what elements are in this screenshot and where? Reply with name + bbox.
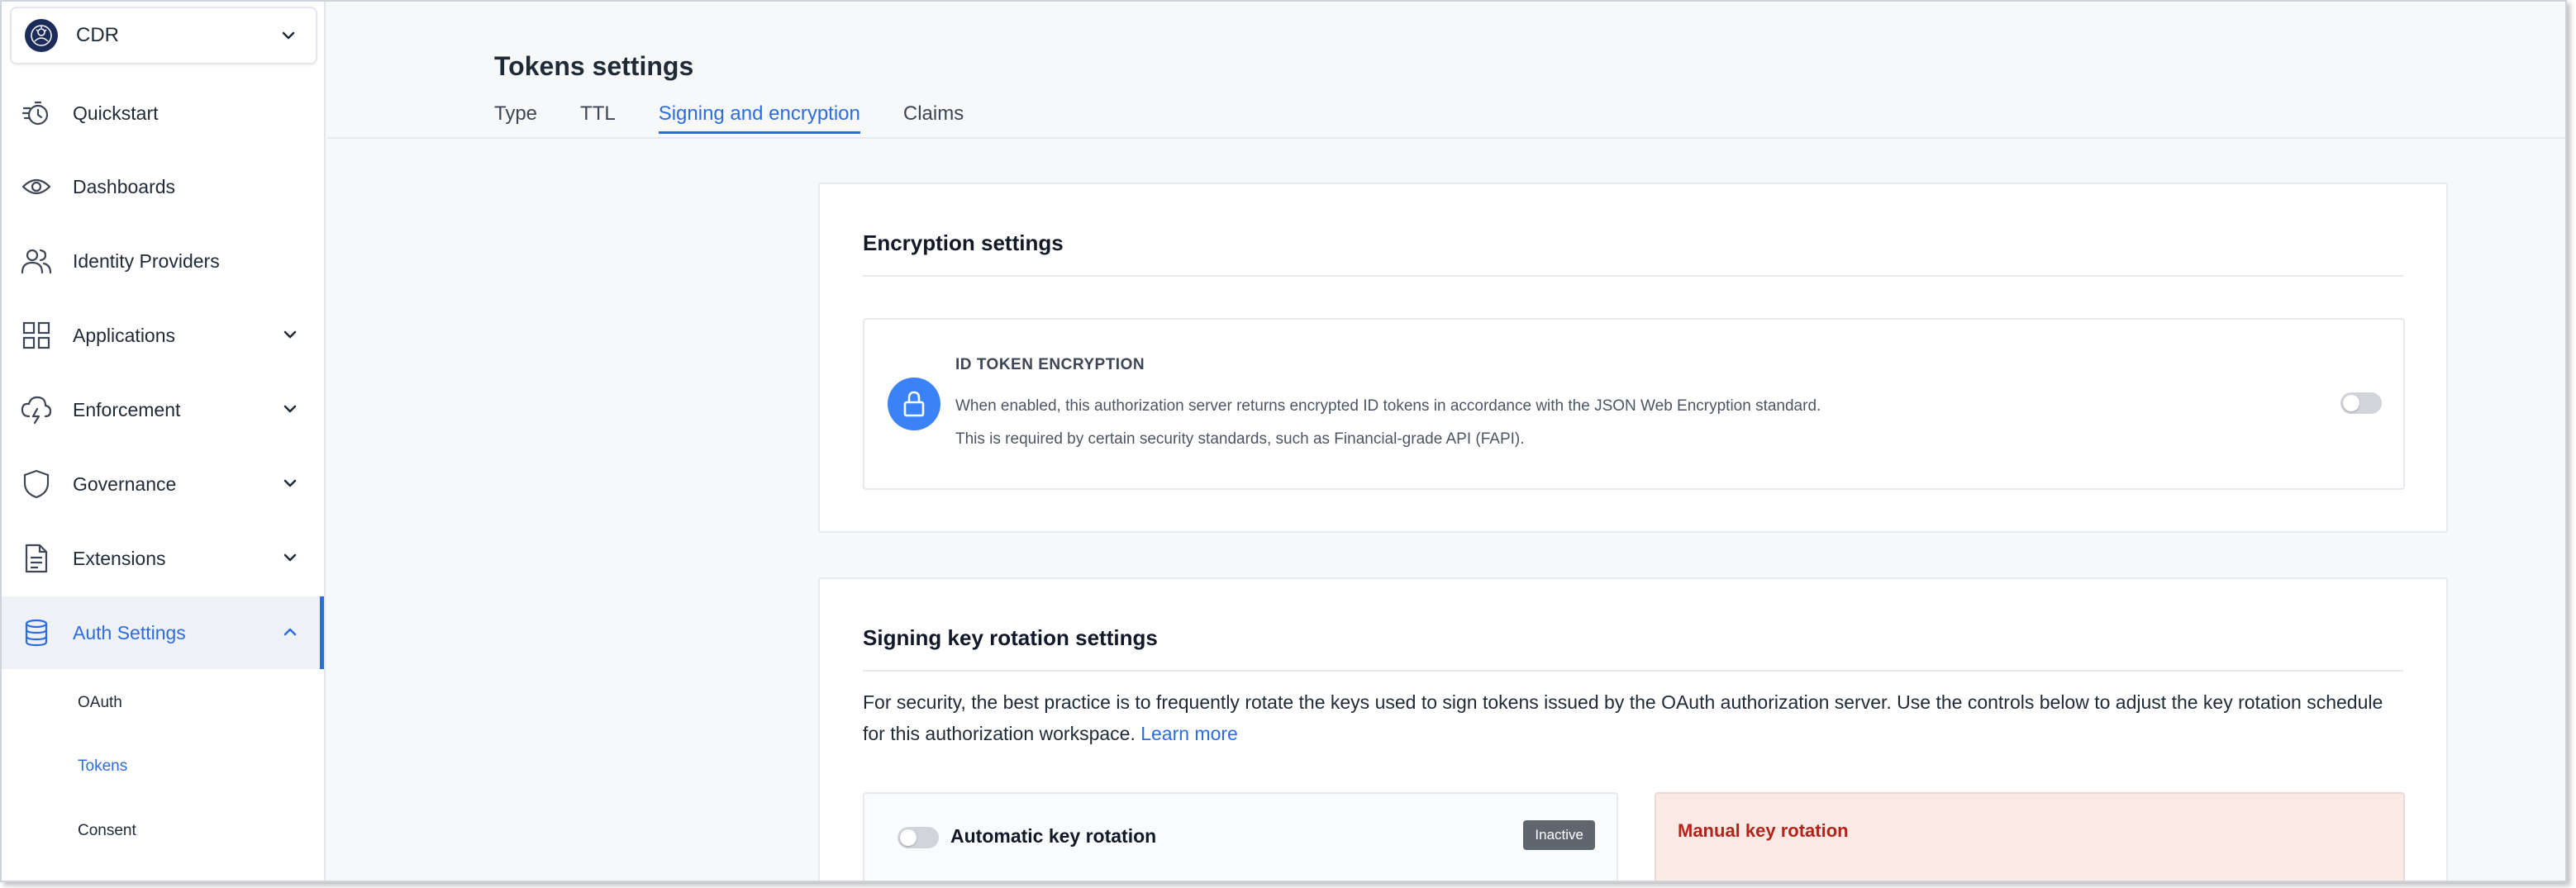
chevron-down-icon [281, 400, 299, 422]
chevron-down-icon [281, 548, 299, 571]
tab-claims[interactable]: Claims [903, 102, 964, 134]
chevron-down-icon [281, 325, 299, 348]
encryption-settings-card: Encryption settings ID TOKEN ENCRYPTION … [818, 183, 2448, 533]
sidebar-item-label: Applications [73, 324, 176, 346]
rotation-settings-title: Signing key rotation settings [863, 625, 1158, 650]
toggle-knob [900, 829, 917, 846]
sidebar-item-label: Extensions [73, 547, 166, 569]
rotation-description: For security, the best practice is to fr… [863, 686, 2400, 749]
active-indicator [320, 596, 324, 669]
database-icon [20, 616, 53, 649]
lightning-cloud-icon [20, 393, 53, 426]
eye-icon [20, 170, 53, 203]
page-title: Tokens settings [494, 51, 694, 81]
manual-key-rotation-label: Manual key rotation [1678, 820, 1849, 841]
id-token-encryption-panel: ID TOKEN ENCRYPTION When enabled, this a… [863, 318, 2405, 490]
automatic-key-rotation-label: Automatic key rotation [950, 825, 1157, 847]
chevron-up-icon [281, 623, 299, 645]
divider [863, 670, 2403, 672]
sidebar-item-extensions[interactable]: Extensions [2, 522, 322, 595]
id-token-encryption-toggle[interactable] [2340, 392, 2382, 414]
encryption-settings-title: Encryption settings [863, 230, 1064, 255]
sidebar-item-auth-settings[interactable]: Auth Settings [2, 596, 324, 669]
sidebar-item-quickstart[interactable]: Quickstart [2, 77, 322, 150]
lock-icon [888, 378, 940, 430]
tab-signing-and-encryption[interactable]: Signing and encryption [658, 102, 861, 134]
workspace-name: CDR [76, 24, 119, 46]
sidebar-item-enforcement[interactable]: Enforcement [2, 373, 322, 446]
automatic-key-rotation-toggle[interactable] [898, 827, 939, 848]
sidebar-item-dashboards[interactable]: Dashboards [2, 150, 322, 223]
chevron-down-icon [279, 26, 298, 49]
sidebar-subitem-tokens[interactable]: Tokens [78, 757, 127, 776]
sidebar: CDR Quickstart Dashboards Identity Provi… [2, 2, 326, 881]
sidebar-item-label: Quickstart [73, 102, 159, 124]
manual-key-rotation-panel: Manual key rotation [1655, 792, 2405, 881]
automatic-key-rotation-panel: Automatic key rotation Inactive [863, 792, 1618, 881]
sidebar-item-label: Auth Settings [73, 621, 186, 643]
signing-key-rotation-card: Signing key rotation settings For securi… [818, 577, 2448, 881]
id-token-encryption-heading: ID TOKEN ENCRYPTION [955, 356, 1145, 373]
tab-ttl[interactable]: TTL [580, 102, 616, 134]
tab-type[interactable]: Type [494, 102, 537, 134]
grid-icon [20, 319, 53, 352]
learn-more-link[interactable]: Learn more [1140, 723, 1238, 744]
workspace-selector[interactable]: CDR [10, 7, 317, 64]
rotation-description-text: For security, the best practice is to fr… [863, 691, 2383, 744]
shield-icon [20, 468, 53, 501]
sidebar-subitem-oauth[interactable]: OAuth [78, 694, 122, 712]
tab-bar: Type TTL Signing and encryption Claims [494, 102, 1007, 134]
document-icon [20, 542, 53, 575]
chevron-down-icon [281, 474, 299, 496]
id-token-encryption-description: When enabled, this authorization server … [955, 397, 1821, 415]
divider [863, 275, 2403, 277]
users-icon [20, 245, 53, 278]
toggle-knob [2343, 395, 2359, 411]
sidebar-item-governance[interactable]: Governance [2, 448, 322, 520]
sidebar-item-label: Enforcement [73, 398, 181, 420]
sidebar-item-label: Identity Providers [73, 249, 220, 272]
workspace-logo-icon [25, 19, 58, 52]
sidebar-item-applications[interactable]: Applications [2, 299, 322, 372]
app-window: CDR Quickstart Dashboards Identity Provi… [0, 0, 2567, 882]
sidebar-item-identity-providers[interactable]: Identity Providers [2, 225, 322, 297]
id-token-encryption-description-note: This is required by certain security sta… [955, 430, 1525, 448]
sidebar-subitem-consent[interactable]: Consent [78, 822, 136, 840]
sidebar-item-label: Governance [73, 472, 177, 495]
quickstart-icon [20, 97, 53, 130]
status-badge: Inactive [1523, 820, 1595, 850]
sidebar-item-label: Dashboards [73, 175, 176, 197]
